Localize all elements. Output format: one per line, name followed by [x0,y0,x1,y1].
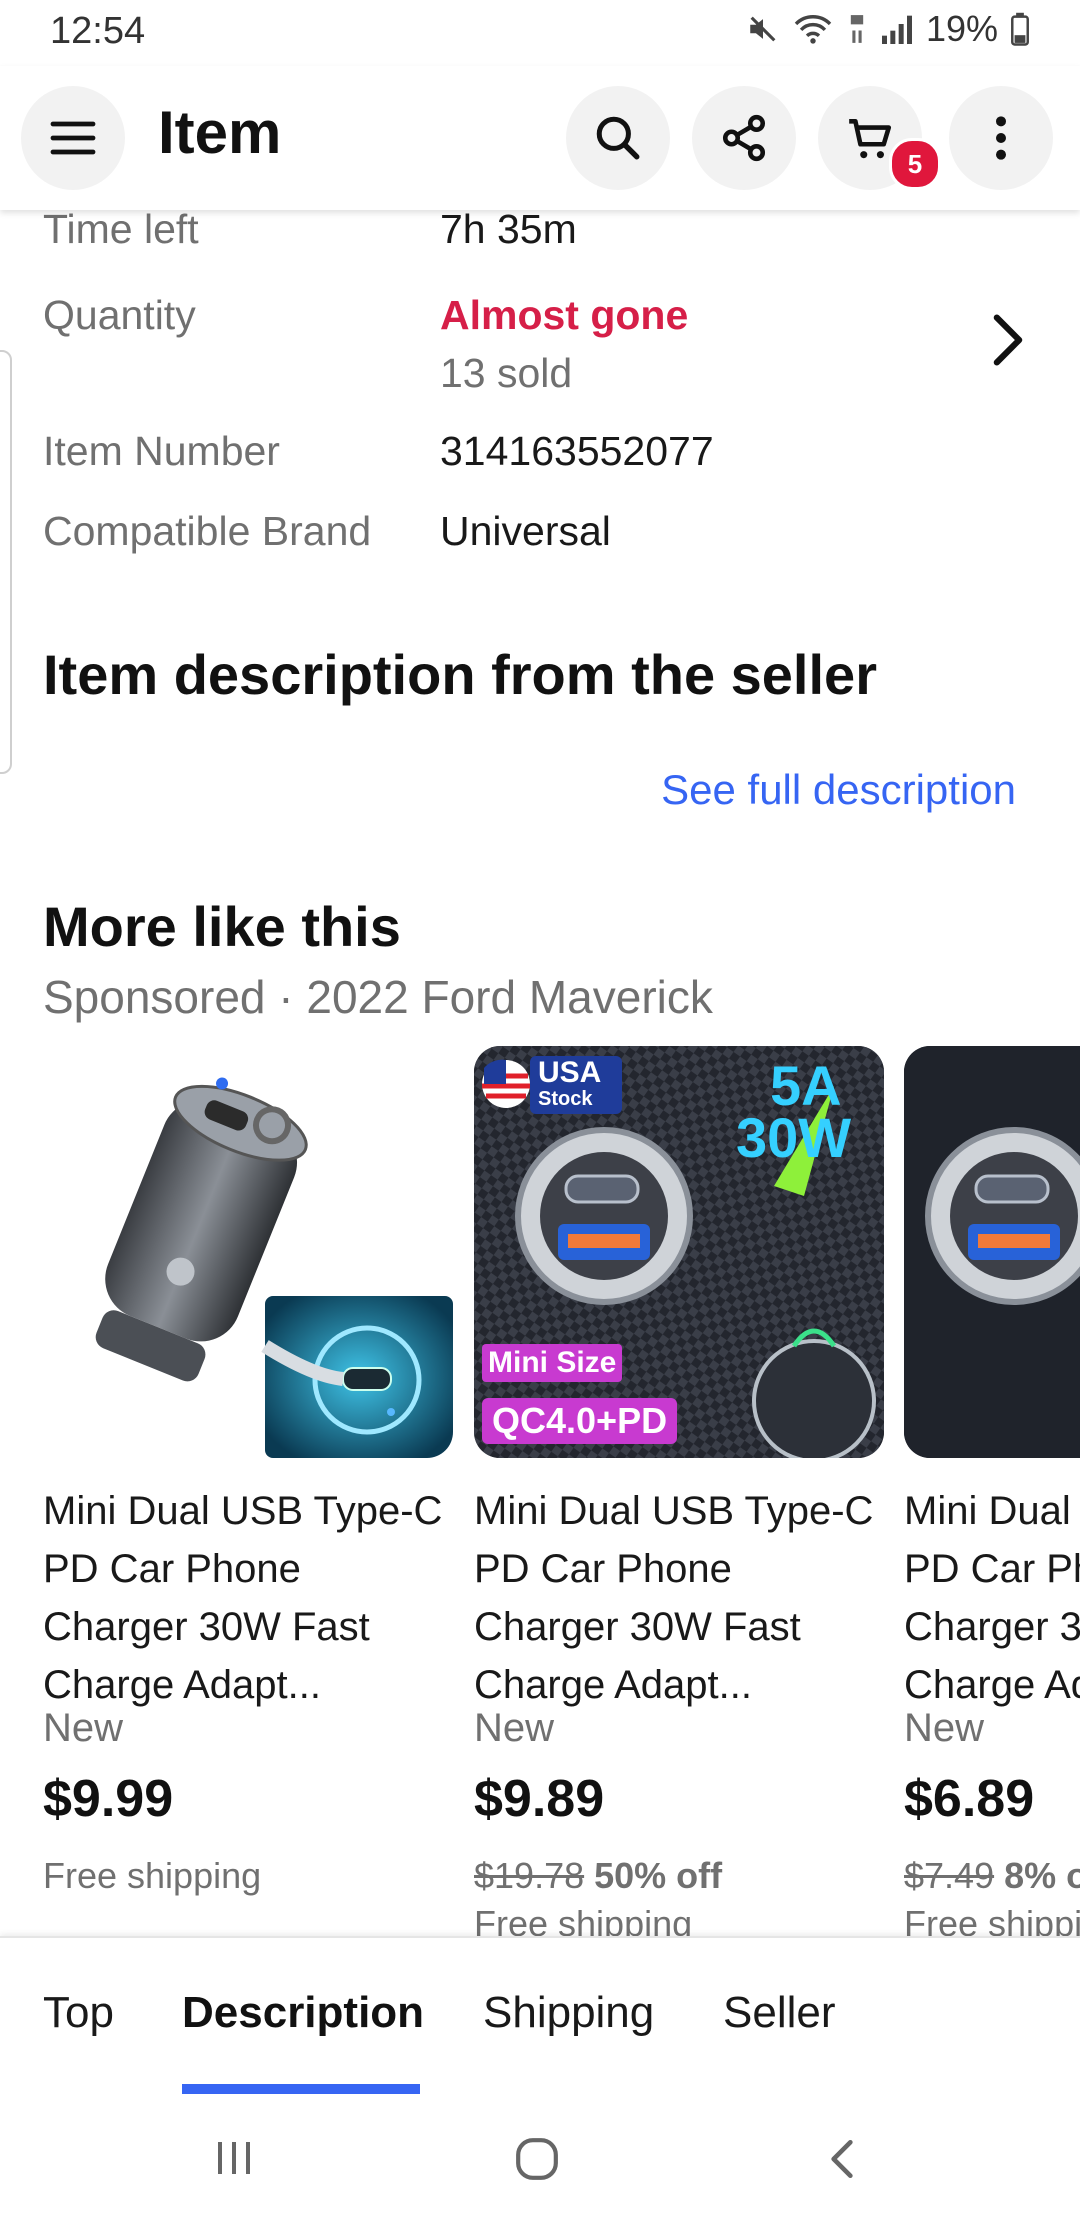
share-icon [722,114,766,162]
share-button[interactable] [692,86,796,190]
product-shipping: Free shipping [904,1903,1080,1936]
menu-button[interactable] [21,86,125,190]
item-number-value: 314163552077 [440,428,714,474]
search-icon [596,116,640,160]
product-card[interactable]: Mini Dual USB Type-C PD Car Phone Charge… [904,1046,1080,1936]
chevron-right-icon[interactable] [990,312,1026,368]
more-like-this-heading: More like this [43,895,401,958]
tab-top[interactable]: Top [43,1988,114,2038]
section-tabs: Top Description Shipping Seller [0,1936,1080,2098]
description-heading: Item description from the seller [43,643,877,706]
original-price: $7.49 [904,1855,995,1896]
side-panel-handle[interactable] [0,350,12,774]
discount-percent: 8% off [1004,1855,1080,1896]
mute-icon [750,16,776,42]
product-card[interactable]: USA Stock 5A 30W Mini Size QC4.0+PD Mini… [474,1046,884,1936]
product-price: $9.99 [43,1770,174,1828]
status-bar: 12:54 19% [0,0,1080,66]
product-card[interactable]: Mini Dual USB Type-C PD Car Phone Charge… [43,1046,453,1897]
back-icon[interactable] [822,2136,862,2182]
power-watt-text: 30W [736,1106,852,1169]
system-nav-bar [0,2096,1080,2220]
active-tab-indicator [182,2084,420,2094]
product-discount-line: $7.49 8% off [904,1855,1080,1897]
item-number-label: Item Number [43,428,280,474]
recent-apps-icon[interactable] [212,2136,256,2180]
product-discount-line: $19.78 50% off [474,1855,884,1897]
product-image[interactable]: USA Stock 5A 30W Mini Size QC4.0+PD [474,1046,884,1458]
data-4g-icon [850,15,864,43]
tab-description[interactable]: Description [182,1988,424,2038]
original-price: $19.78 [474,1855,585,1896]
product-shipping: Free shipping [43,1855,262,1896]
product-price: $9.89 [474,1770,605,1828]
more-options-button[interactable] [949,86,1053,190]
product-title[interactable]: Mini Dual USB Type-C PD Car Phone Charge… [474,1482,884,1714]
status-icons: 19% [746,8,1030,50]
compatible-brand-value: Universal [440,508,611,554]
product-image[interactable] [43,1046,453,1458]
page-title: Item [158,99,282,166]
time-left-label: Time left [43,206,199,252]
product-image[interactable] [904,1046,1080,1458]
car-charger-image [95,1077,453,1458]
cart-count-badge: 5 [889,138,941,190]
qc-badge: QC4.0+PD [482,1398,678,1444]
status-time: 12:54 [50,10,146,52]
battery-icon [1011,12,1029,46]
product-shipping: Free shipping [474,1903,693,1936]
cart-icon [849,119,892,159]
stock-badge-text: Stock [538,1088,593,1110]
more-vertical-icon [996,116,1006,160]
recommendation-carousel[interactable]: Mini Dual USB Type-C PD Car Phone Charge… [0,1046,1080,1936]
menu-icon [50,121,96,155]
signal-icon [881,15,912,44]
car-charger-image [904,1046,1080,1458]
search-button[interactable] [566,86,670,190]
quantity-label: Quantity [43,292,196,338]
product-price: $6.89 [904,1770,1035,1828]
see-full-description-link[interactable]: See full description [661,766,1016,814]
app-bar: Item 5 [0,66,1080,210]
mini-size-badge: Mini Size [482,1344,623,1382]
product-title[interactable]: Mini Dual USB Type-C PD Car Phone Charge… [43,1482,453,1714]
battery-percent: 19% [925,8,998,49]
home-icon[interactable] [514,2136,560,2182]
tab-shipping[interactable]: Shipping [483,1988,654,2038]
tab-seller[interactable]: Seller [723,1988,836,2038]
quantity-status: Almost gone [440,292,689,338]
sponsored-label: Sponsored · 2022 Ford Maverick [43,971,713,1023]
discount-percent: 50% off [594,1855,723,1896]
wifi-icon [794,15,832,44]
usa-badge-text: USA [538,1056,602,1089]
product-title[interactable]: Mini Dual USB Type-C PD Car Phone Charge… [904,1482,1080,1714]
time-left-value: 7h 35m [440,206,577,252]
quantity-sold: 13 sold [440,350,573,396]
usa-flag-icon [482,1059,530,1108]
compatible-brand-label: Compatible Brand [43,508,372,554]
